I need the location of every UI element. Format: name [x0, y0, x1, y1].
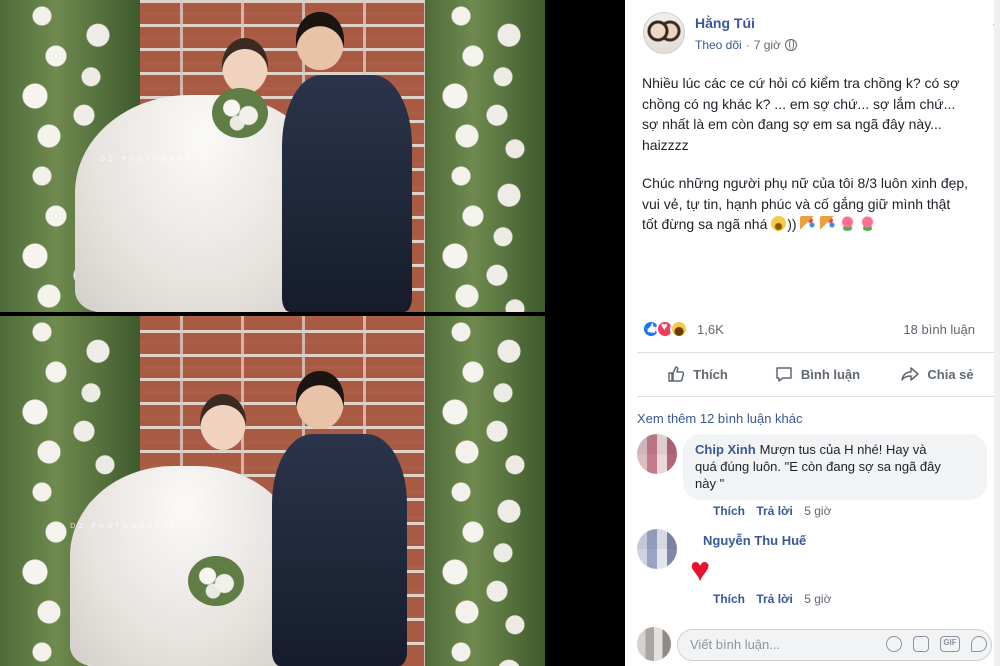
commenter-avatar[interactable]: [637, 529, 677, 569]
divider: [637, 352, 997, 353]
comment-icon: [776, 367, 792, 382]
author-avatar[interactable]: [643, 12, 685, 54]
emoji-icon[interactable]: [886, 636, 902, 652]
comment-count[interactable]: 18 bình luận: [903, 322, 975, 337]
write-comment-row: Viết bình luận... GIF: [637, 627, 997, 663]
post-paragraph-1: Nhiều lúc các ce cứ hỏi có kiểm tra chồn…: [642, 73, 982, 155]
action-bar: Thích Bình luận Chia sẻ: [637, 356, 997, 392]
bride-dress: [70, 466, 300, 666]
comment-item: Chip Xinh Mượn tus của H nhé! Hay và quá …: [637, 434, 992, 524]
comment-label: Bình luận: [800, 366, 861, 382]
follow-link[interactable]: Theo dõi: [695, 38, 742, 52]
party-popper-emoji-icon: [800, 216, 816, 231]
groom-head: [296, 371, 344, 429]
globe-icon: [784, 39, 797, 51]
divider: [637, 396, 997, 397]
photo-watermark: DZ PHOTOGRAPHY: [70, 522, 178, 530]
party-popper-emoji-icon: [820, 216, 836, 231]
post-line: vui vẻ, tự tin, hạnh phúc và cố gắng giữ…: [642, 195, 951, 212]
wedding-photo-bottom: DZ PHOTOGRAPHY: [0, 316, 545, 666]
thumbs-up-icon: [668, 366, 685, 382]
post-line: Nhiều lúc các ce cứ hỏi có kiểm tra chồn…: [642, 75, 960, 91]
post-header: Hằng Túi Theo dõi · 7 giờ •••: [643, 12, 1000, 56]
bouquet: [212, 88, 268, 138]
heart-emoji-icon: ♥: [690, 551, 711, 589]
like-label: Thích: [693, 366, 728, 382]
flower-emoji-icon: [860, 216, 876, 231]
post-line: Chúc những người phụ nữ của tôi 8/3 luôn…: [642, 175, 969, 191]
comment-meta: Thích Trả lời 5 giờ: [713, 504, 839, 518]
comment-bubble: Chip Xinh Mượn tus của H nhé! Hay và quá …: [683, 434, 987, 500]
gif-icon[interactable]: GIF: [940, 636, 960, 652]
camera-icon[interactable]: [913, 636, 929, 652]
groom-head: [296, 12, 344, 70]
post-text: Nhiều lúc các ce cứ hỏi có kiểm tra chồn…: [642, 73, 982, 253]
comment-button[interactable]: Bình luận: [757, 356, 877, 392]
groom-suit: [272, 434, 407, 666]
comment-like-link[interactable]: Thích: [713, 592, 745, 606]
post-line: chồng có ng khác k? ... em sợ chứ... sợ …: [642, 95, 956, 112]
bride-head: [222, 38, 268, 94]
post-line: sợ nhất là em còn đang sợ em sa ngã đây …: [642, 116, 942, 132]
reactions-bar[interactable]: 1,6K 18 bình luận: [642, 320, 997, 340]
smile-emoji-icon: [771, 216, 787, 231]
comment-like-link[interactable]: Thích: [713, 504, 745, 518]
post-photo[interactable]: DZ PHOTOGRAPHY DZ PHOTOGRAPHY: [0, 0, 545, 666]
comment-text: này ": [695, 476, 725, 491]
like-button[interactable]: Thích: [637, 356, 757, 392]
comment-time[interactable]: 5 giờ: [804, 504, 831, 518]
post-line: haizzzz: [642, 136, 689, 153]
share-icon: [901, 367, 920, 381]
comment-text: Mượn tus của H nhé! Hay và: [759, 442, 927, 457]
post-paragraph-2: Chúc những người phụ nữ của tôi 8/3 luôn…: [642, 173, 982, 235]
post-panel: Hằng Túi Theo dõi · 7 giờ ••• Nhiều lúc …: [625, 0, 1000, 666]
bride-head: [200, 394, 246, 450]
comment-reply-link[interactable]: Trả lời: [756, 592, 793, 606]
comment-text: quá đúng luôn. "E còn đang sợ sa ngã đây: [695, 459, 941, 474]
user-avatar: [637, 627, 671, 661]
comment-reply-link[interactable]: Trả lời: [756, 504, 793, 518]
photo-watermark: DZ PHOTOGRAPHY: [100, 155, 208, 163]
comment-input-icons: GIF: [886, 636, 987, 652]
author-name[interactable]: Hằng Túi: [695, 15, 755, 31]
groom-suit: [282, 75, 412, 312]
wedding-photo-top: DZ PHOTOGRAPHY: [0, 0, 545, 312]
post-tail: )): [787, 216, 797, 232]
post-time[interactable]: 7 giờ: [754, 38, 781, 52]
post-meta: Theo dõi · 7 giờ: [695, 38, 797, 52]
scrollbar[interactable]: [994, 0, 1000, 666]
commenter-name[interactable]: Chip Xinh: [695, 442, 756, 457]
meta-separator: ·: [745, 38, 750, 52]
commenter-name[interactable]: Nguyễn Thu Huế: [703, 533, 806, 548]
comment-item: Nguyễn Thu Huế ♥ Thích Trả lời 5 giờ: [637, 529, 992, 614]
view-more-comments-link[interactable]: Xem thêm 12 bình luận khác: [637, 411, 803, 426]
flower-vine-right: [425, 316, 545, 666]
flower-vine-right: [425, 0, 545, 312]
share-button[interactable]: Chia sẻ: [877, 356, 997, 392]
commenter-avatar[interactable]: [637, 434, 677, 474]
flower-emoji-icon: [840, 216, 856, 231]
haha-reaction-icon: [670, 320, 688, 338]
sticker-icon[interactable]: [971, 636, 987, 652]
comment-time[interactable]: 5 giờ: [804, 592, 831, 606]
comment-meta: Thích Trả lời 5 giờ: [713, 592, 839, 606]
post-line: tốt đừng sa ngã nhá: [642, 216, 768, 232]
share-label: Chia sẻ: [927, 366, 974, 382]
bouquet: [188, 556, 244, 606]
reaction-count[interactable]: 1,6K: [697, 322, 724, 337]
